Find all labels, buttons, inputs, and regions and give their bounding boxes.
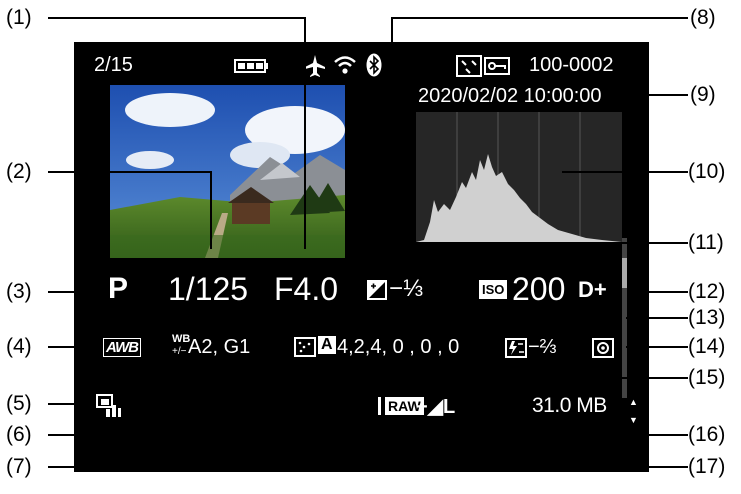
callout-2: (2) xyxy=(6,160,32,183)
callout-12: (12) xyxy=(688,280,726,303)
callout-14: (14) xyxy=(688,335,726,358)
callout-4: (4) xyxy=(6,335,32,358)
callout-3: (3) xyxy=(6,280,32,303)
callout-11: (11) xyxy=(688,231,724,254)
callout-6: (6) xyxy=(6,423,32,446)
callout-leaders xyxy=(48,17,688,468)
callout-1: (1) xyxy=(6,6,32,29)
callout-5: (5) xyxy=(6,392,32,415)
callout-9: (9) xyxy=(690,83,716,106)
callout-10: (10) xyxy=(688,160,726,183)
callout-15: (15) xyxy=(688,366,726,389)
callout-8: (8) xyxy=(690,6,716,29)
callout-16: (16) xyxy=(688,423,726,446)
callout-17: (17) xyxy=(688,455,726,478)
callout-7: (7) xyxy=(6,455,32,478)
callout-13: (13) xyxy=(688,306,726,329)
